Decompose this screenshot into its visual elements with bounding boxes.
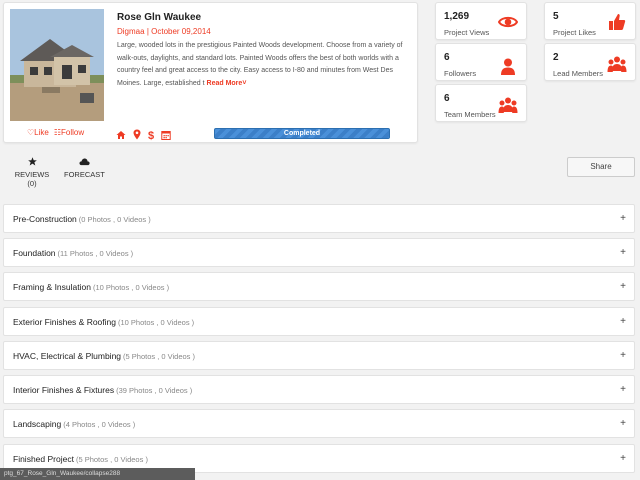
section-count: (10 Photos , 0 Videos ) (92, 283, 170, 292)
stat-label: Lead Members (553, 69, 604, 78)
section-name: HVAC, Electrical & Plumbing (13, 351, 122, 361)
stat-label: Project Views (444, 28, 490, 37)
map-pin-icon[interactable] (133, 127, 141, 145)
home-icon[interactable] (116, 127, 126, 145)
section-count: (0 Photos , 0 Videos ) (78, 215, 151, 224)
section-name: Finished Project (13, 454, 74, 464)
section-name: Interior Finishes & Fixtures (13, 385, 115, 395)
cloud-icon (78, 158, 90, 166)
section-title: Exterior Finishes & Roofing (10 Photos , … (13, 317, 194, 327)
section-title: Pre-Construction (0 Photos , 0 Videos ) (13, 214, 151, 224)
section-title: Interior Finishes & Fixtures (39 Photos ,… (13, 385, 192, 395)
meta-separator: | (146, 27, 149, 36)
stat-label: Followers (444, 69, 477, 78)
project-card: ♡Like ☷Follow Rose Gln Waukee Digmaa | O… (3, 2, 418, 143)
like-label: Like (34, 128, 49, 137)
thumbs-up-icon (609, 14, 626, 30)
section-pre-construction[interactable]: Pre-Construction (0 Photos , 0 Videos ) + (3, 204, 635, 233)
follow-button[interactable]: ☷Follow (54, 128, 84, 137)
stat-label: Team Members (444, 110, 496, 119)
project-description: Large, wooded lots in the prestigious Pa… (117, 40, 415, 90)
section-landscaping[interactable]: Landscaping (4 Photos , 0 Videos ) + (3, 409, 635, 438)
stat-project-likes[interactable]: 5 Project Likes (544, 2, 636, 40)
section-title: Framing & Insulation (10 Photos , 0 Video… (13, 282, 169, 292)
stat-value: 1,269 (444, 11, 470, 22)
stat-value: 6 (444, 52, 450, 63)
section-count: (5 Photos , 0 Videos ) (123, 352, 196, 361)
dollar-icon[interactable]: $ (148, 131, 154, 142)
tab-reviews[interactable]: REVIEWS (0) (10, 157, 54, 188)
section-count: (10 Photos , 0 Videos ) (118, 318, 195, 327)
tab-forecast[interactable]: FORECAST (64, 157, 105, 179)
section-name: Foundation (13, 248, 56, 258)
expand-plus-icon[interactable]: + (620, 213, 626, 224)
expand-plus-icon[interactable]: + (620, 281, 626, 292)
stat-value: 2 (553, 52, 559, 63)
tab-forecast-label: FORECAST (64, 170, 105, 179)
section-interior-finishes-fixtures[interactable]: Interior Finishes & Fixtures (39 Photos ,… (3, 375, 635, 404)
section-framing-insulation[interactable]: Framing & Insulation (10 Photos , 0 Video… (3, 272, 635, 301)
expand-plus-icon[interactable]: + (620, 247, 626, 258)
project-meta: Digmaa | October 09,2014 (117, 27, 211, 36)
project-date: October 09,2014 (151, 27, 211, 36)
status-label: Completed (283, 130, 321, 137)
read-more-label: Read More (206, 79, 243, 87)
section-name: Framing & Insulation (13, 282, 91, 292)
expand-plus-icon[interactable]: + (620, 350, 626, 361)
follow-label: Follow (61, 128, 85, 137)
star-icon (27, 157, 37, 166)
expand-plus-icon[interactable]: + (620, 453, 626, 464)
group-icon (498, 97, 518, 113)
section-hvac-electrical-plumbing[interactable]: HVAC, Electrical & Plumbing (5 Photos , 0… (3, 341, 635, 370)
section-foundation[interactable]: Foundation (11 Photos , 0 Videos ) + (3, 238, 635, 267)
status-progress-bar: Completed (214, 128, 390, 139)
section-count: (4 Photos , 0 Videos ) (63, 420, 136, 429)
read-more-link[interactable]: Read More˅ (207, 80, 247, 87)
section-count: (5 Photos , 0 Videos ) (75, 455, 148, 464)
expand-plus-icon[interactable]: + (620, 418, 626, 429)
project-photo[interactable] (10, 9, 104, 121)
person-icon (501, 58, 515, 75)
section-count: (11 Photos , 0 Videos ) (57, 249, 134, 258)
section-title: Finished Project (5 Photos , 0 Videos ) (13, 454, 148, 464)
builder-name[interactable]: Digmaa (117, 27, 145, 36)
stat-label: Project Likes (553, 28, 596, 37)
like-follow-actions: ♡Like ☷Follow (27, 128, 84, 137)
chevron-down-icon: ˅ (242, 79, 247, 87)
eye-icon (498, 16, 518, 28)
description-text: Large, wooded lots in the prestigious Pa… (117, 42, 403, 87)
expand-plus-icon[interactable]: + (620, 384, 626, 395)
section-title: Landscaping (4 Photos , 0 Videos ) (13, 419, 135, 429)
section-title: Foundation (11 Photos , 0 Videos ) (13, 248, 133, 258)
stat-value: 5 (553, 11, 559, 22)
stat-project-views[interactable]: 1,269 Project Views (435, 2, 527, 40)
like-button[interactable]: ♡Like (27, 128, 49, 137)
stat-team-members[interactable]: 6 Team Members (435, 84, 527, 122)
calendar-icon[interactable] (161, 127, 171, 145)
section-name: Landscaping (13, 419, 62, 429)
section-count: (39 Photos , 0 Videos ) (116, 386, 193, 395)
group-icon (607, 56, 627, 72)
tab-reviews-label: REVIEWS (0) (14, 170, 50, 188)
section-title: HVAC, Electrical & Plumbing (5 Photos , 0… (13, 351, 195, 361)
project-info-icons: $ (116, 127, 171, 145)
section-name: Exterior Finishes & Roofing (13, 317, 116, 327)
section-name: Pre-Construction (13, 214, 77, 224)
stat-followers[interactable]: 6 Followers (435, 43, 527, 81)
section-exterior-finishes-roofing[interactable]: Exterior Finishes & Roofing (10 Photos , … (3, 307, 635, 336)
browser-status-bar: ptg_67_Rose_Gln_Waukee/collapse288 (0, 468, 195, 480)
stat-lead-members[interactable]: 2 Lead Members (544, 43, 636, 81)
project-title[interactable]: Rose Gln Waukee (117, 12, 201, 23)
share-button[interactable]: Share (567, 157, 635, 177)
stat-value: 6 (444, 93, 450, 104)
expand-plus-icon[interactable]: + (620, 316, 626, 327)
